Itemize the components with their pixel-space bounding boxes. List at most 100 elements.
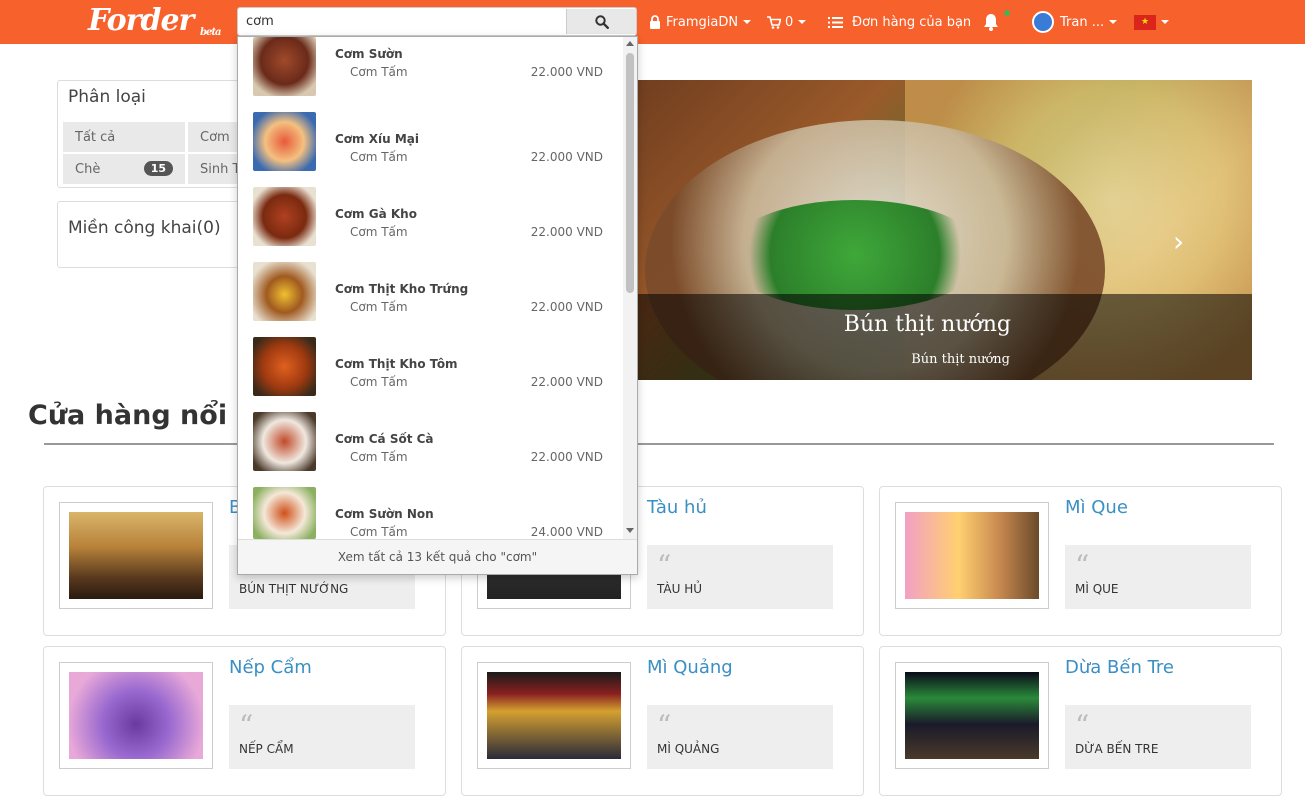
bell-icon	[984, 14, 998, 31]
food-thumbnail	[253, 412, 316, 471]
user-name: Tran ...	[1060, 14, 1105, 30]
result-name: Cơm Thịt Kho Trứng	[335, 282, 469, 296]
shop-name[interactable]: Tàu hủ	[647, 497, 707, 518]
results-scrollbar[interactable]	[623, 37, 637, 539]
lock-icon	[650, 15, 660, 29]
result-price: 22.000 VND	[530, 375, 603, 389]
category-label: Sinh T	[200, 161, 241, 177]
shop-name[interactable]: Mì Quảng	[647, 657, 733, 678]
shop-quote-text: TÀU HỦ	[657, 582, 703, 596]
scroll-down-icon[interactable]	[626, 528, 634, 533]
scroll-up-icon[interactable]	[626, 41, 634, 46]
slide-subtitle: Bún thịt nướng	[911, 352, 1010, 367]
shop-quote-text: DỪA BẾN TRE	[1075, 742, 1159, 756]
search-result-item[interactable]: Cơm Gà Kho Cơm Tấm 22.000 VND	[238, 177, 623, 252]
scrollbar-thumb[interactable]	[626, 53, 634, 293]
search-button[interactable]	[566, 9, 636, 34]
result-price: 22.000 VND	[530, 65, 603, 79]
category-label: Tất cả	[75, 129, 116, 145]
result-name: Cơm Gà Kho	[335, 207, 417, 221]
category-label: Cơm	[200, 129, 230, 145]
result-shop: Cơm Tấm	[350, 525, 408, 539]
food-thumbnail	[253, 487, 316, 539]
result-shop: Cơm Tấm	[350, 450, 408, 464]
cart-icon	[767, 15, 781, 29]
result-name: Cơm Xíu Mại	[335, 132, 419, 146]
account-label: FramgiaDN	[666, 14, 739, 30]
logo-beta-tag: beta	[200, 27, 221, 38]
see-all-results-link[interactable]: Xem tất cả 13 kết quả cho "cơm"	[238, 539, 637, 574]
category-all[interactable]: Tất cả	[63, 122, 185, 152]
result-price: 22.000 VND	[530, 150, 603, 164]
logo-text: Forder	[88, 3, 194, 38]
notification-dot	[1004, 10, 1010, 16]
quote-icon: “	[1075, 549, 1090, 582]
category-label: Chè	[75, 161, 101, 177]
shop-card[interactable]: Mì Que “ MÌ QUE	[879, 486, 1282, 636]
search-box	[237, 7, 637, 36]
result-shop: Cơm Tấm	[350, 150, 408, 164]
search-input[interactable]	[238, 8, 566, 35]
navbar: Forder beta FramgiaDN 0	[0, 0, 1305, 44]
orders-label: Đơn hàng của bạn	[852, 14, 972, 30]
slide-title: Bún thịt nướng	[843, 312, 1011, 337]
shop-quote: “ MÌ QUE	[1065, 545, 1251, 609]
category-title: Phân loại	[68, 87, 146, 107]
shop-quote: “ TÀU HỦ	[647, 545, 833, 609]
search-result-item[interactable]: Cơm Sườn Cơm Tấm 22.000 VND	[238, 37, 623, 102]
shop-image[interactable]	[477, 662, 631, 769]
shop-card[interactable]: Mì Quảng “ MÌ QUẢNG	[461, 646, 864, 796]
shop-image[interactable]	[59, 662, 213, 769]
notifications-button[interactable]	[982, 0, 1000, 44]
search-result-item[interactable]: Cơm Sườn Non Cơm Tấm 24.000 VND	[238, 477, 623, 539]
language-menu[interactable]: ★	[1134, 0, 1169, 44]
result-price: 24.000 VND	[530, 525, 603, 539]
hero-carousel[interactable]: Bún thịt nướng Bún thịt nướng ›	[605, 80, 1252, 380]
chevron-down-icon	[1161, 20, 1169, 24]
region-panel: Miền công khai(0)	[57, 201, 247, 268]
shop-quote: “ NẾP CẨM	[229, 705, 415, 769]
shop-image[interactable]	[59, 502, 213, 609]
shop-card[interactable]: Nếp Cẩm “ NẾP CẨM	[43, 646, 446, 796]
cart-menu[interactable]: 0	[767, 0, 807, 44]
shop-name[interactable]: Nếp Cẩm	[229, 657, 312, 678]
quote-icon: “	[239, 709, 254, 742]
chevron-down-icon	[743, 20, 752, 24]
account-menu[interactable]: FramgiaDN	[649, 0, 752, 44]
search-result-item[interactable]: Cơm Xíu Mại Cơm Tấm 22.000 VND	[238, 102, 623, 177]
category-che[interactable]: Chè 15	[63, 154, 185, 184]
result-shop: Cơm Tấm	[350, 225, 408, 239]
quote-icon: “	[1075, 709, 1090, 742]
result-shop: Cơm Tấm	[350, 300, 408, 314]
shop-quote-text: NẾP CẨM	[239, 742, 294, 756]
result-shop: Cơm Tấm	[350, 375, 408, 389]
chevron-right-icon[interactable]: ›	[1173, 225, 1184, 258]
region-title[interactable]: Miền công khai(0)	[68, 218, 221, 238]
avatar	[1032, 11, 1054, 33]
result-name: Cơm Cá Sốt Cà	[335, 432, 434, 446]
category-count-badge: 15	[143, 161, 173, 176]
search-result-item[interactable]: Cơm Cá Sốt Cà Cơm Tấm 22.000 VND	[238, 402, 623, 477]
result-name: Cơm Thịt Kho Tôm	[335, 357, 458, 371]
food-thumbnail	[253, 187, 316, 246]
food-thumbnail	[253, 337, 316, 396]
result-price: 22.000 VND	[530, 450, 603, 464]
shop-card[interactable]: Dừa Bến Tre “ DỪA BẾN TRE	[879, 646, 1282, 796]
chevron-down-icon	[1109, 20, 1118, 24]
food-thumbnail	[253, 37, 316, 96]
orders-link[interactable]: Đơn hàng của bạn	[828, 0, 971, 44]
result-price: 22.000 VND	[530, 225, 603, 239]
slide-caption-background	[605, 294, 1252, 380]
logo[interactable]: Forder beta	[88, 3, 221, 41]
search-result-item[interactable]: Cơm Thịt Kho Trứng Cơm Tấm 22.000 VND	[238, 252, 623, 327]
shop-quote-text: MÌ QUE	[1075, 582, 1119, 596]
food-thumbnail	[253, 262, 316, 321]
shop-name[interactable]: Mì Que	[1065, 497, 1128, 518]
search-result-item[interactable]: Cơm Thịt Kho Tôm Cơm Tấm 22.000 VND	[238, 327, 623, 402]
vietnam-flag-icon: ★	[1134, 14, 1156, 30]
shop-name[interactable]: Dừa Bến Tre	[1065, 657, 1174, 678]
shop-image[interactable]	[895, 662, 1049, 769]
search-icon	[594, 14, 609, 29]
shop-image[interactable]	[895, 502, 1049, 609]
user-menu[interactable]: Tran ...	[1032, 0, 1118, 44]
